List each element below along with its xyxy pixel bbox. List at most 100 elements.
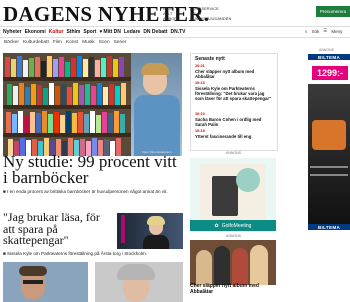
search-icon[interactable]: ⌕	[305, 29, 308, 34]
latest-news-item[interactable]: 10:10 Sacha Baron Cohen i ordlig med Sar…	[195, 112, 273, 127]
search-link[interactable]: Sök	[312, 29, 320, 34]
book	[119, 57, 124, 77]
heart-icon: ♥	[99, 29, 103, 35]
person-figure	[196, 250, 212, 285]
bottom-teaser-left-image[interactable]	[3, 262, 88, 302]
news-text: Cher släpper nytt album med Abbalåtar	[195, 69, 255, 79]
book	[95, 60, 100, 77]
nav-item-ledare[interactable]: Ledare	[124, 29, 140, 35]
ad-label: ANNONS	[226, 151, 241, 155]
subnav-item-musik[interactable]: Musik	[82, 40, 95, 45]
subnav-item-scen[interactable]: Scen	[99, 40, 110, 45]
menu-icon[interactable]: ☰	[323, 28, 327, 34]
book	[115, 86, 120, 105]
book	[65, 62, 70, 77]
ad-phone-icon	[212, 176, 238, 216]
book	[48, 114, 53, 133]
book	[7, 84, 12, 105]
header-link[interactable]: ADBOR	[163, 16, 177, 21]
menu-link[interactable]: Meny	[331, 29, 342, 34]
book	[6, 112, 11, 133]
book	[60, 115, 65, 133]
subnav-item-serier[interactable]: Serier	[114, 40, 127, 45]
golfo-logo-icon: ✿	[214, 222, 219, 229]
book	[61, 84, 66, 105]
main-headline[interactable]: Ny studie: 99 procent vitt i barnböcker	[3, 153, 183, 186]
book	[72, 113, 77, 133]
book	[35, 57, 40, 77]
book	[120, 114, 125, 133]
subnav-item-konst[interactable]: Konst	[66, 40, 78, 45]
book	[102, 112, 107, 133]
book	[54, 112, 59, 133]
book	[91, 86, 96, 105]
nav-item-sthlm[interactable]: Sthlm	[66, 29, 80, 35]
grill-image	[308, 84, 350, 224]
glasses	[23, 280, 43, 284]
latest-news-item[interactable]: 10:19 Ytterst fascinerande till eng	[195, 129, 273, 139]
second-story-image[interactable]	[117, 213, 183, 249]
grill-rack	[310, 174, 348, 176]
book	[19, 83, 24, 105]
header-link[interactable]: KUNDERBJUDANDEN	[190, 16, 231, 21]
book	[77, 56, 82, 77]
ad-label: ANNONS	[319, 48, 334, 52]
music-teaser-headline[interactable]: Cher släpper nytt album med Abbalåtar	[190, 283, 276, 295]
grill-rack	[310, 166, 348, 168]
book	[11, 59, 16, 77]
golfo-ad-bar[interactable]: ✿ GolfoMeeting	[190, 220, 276, 231]
nav-item-mitt-dn[interactable]: ♥Mitt DN	[99, 29, 120, 35]
subnav-item-kulturdebatt[interactable]: Kulturdebatt	[23, 40, 49, 45]
second-headline[interactable]: "Jag brukar läsa, för att spara på skatt…	[3, 211, 113, 247]
nav-item-dn-tv[interactable]: DN.TV	[170, 29, 185, 35]
book	[36, 113, 41, 133]
bottom-teaser-right-image[interactable]	[95, 262, 183, 302]
book	[113, 59, 118, 77]
book	[66, 111, 71, 133]
nav-item-kultur[interactable]: Kultur	[49, 29, 64, 35]
book	[30, 112, 35, 133]
site-logo[interactable]: DAGENS NYHETER.	[3, 3, 209, 25]
book	[24, 115, 29, 133]
subscribe-button[interactable]: Prenumerera	[316, 6, 350, 17]
biltema-price: 1299:-	[312, 66, 348, 80]
subnav-item-film[interactable]: Film	[53, 40, 62, 45]
book	[37, 85, 42, 105]
news-text: Sissela Kyle om Parkteaterns föreställni…	[195, 86, 272, 101]
book	[107, 56, 112, 77]
book	[103, 87, 108, 105]
book	[13, 86, 18, 105]
grill-food	[312, 120, 346, 150]
news-text: Ytterst fascinerande till eng	[195, 134, 252, 139]
biltema-ad[interactable]: BILTEMA 1299:- BILTEMA	[308, 54, 350, 230]
person-figure	[232, 248, 248, 285]
music-teaser-image[interactable]	[190, 240, 276, 285]
book	[79, 85, 84, 105]
shelf	[3, 105, 133, 109]
main-intro: ■ I en enda procent av brittiska barnböc…	[3, 189, 168, 194]
woman-hair	[117, 264, 155, 280]
header-links-col2: KUNDSERVICE SALIK KUNDERBJUDANDEN	[190, 6, 231, 21]
book	[47, 56, 52, 77]
book	[55, 86, 60, 105]
book	[96, 115, 101, 133]
hero-image[interactable]	[3, 53, 182, 156]
book	[121, 83, 126, 105]
biltema-logo: BILTEMA	[308, 224, 350, 230]
subnav-item-bocker[interactable]: Böcker	[4, 40, 19, 45]
person-figure	[250, 245, 268, 285]
latest-news-item[interactable]: 10:13 Sissela Kyle om Parkteaterns föres…	[195, 81, 273, 101]
latest-news-item[interactable]: 10:21 Cher släpper nytt album med Abbalå…	[195, 64, 273, 79]
man-hair	[19, 266, 47, 276]
book	[43, 88, 48, 105]
latest-news-title: Senaste nytt	[195, 56, 225, 62]
nav-item-ekonomi[interactable]: Ekonomi	[25, 29, 46, 35]
book	[41, 61, 46, 77]
header-links-col1: E-DN ALLT ADBOR	[163, 6, 177, 21]
book	[25, 87, 30, 105]
ad-label: ANNONS	[226, 234, 241, 238]
nav-item-sport[interactable]: Sport	[83, 29, 96, 35]
book	[29, 58, 34, 77]
nav-item-dn-debatt[interactable]: DN Debatt	[143, 29, 167, 35]
nav-item-nyheter[interactable]: Nyheter	[3, 29, 22, 35]
